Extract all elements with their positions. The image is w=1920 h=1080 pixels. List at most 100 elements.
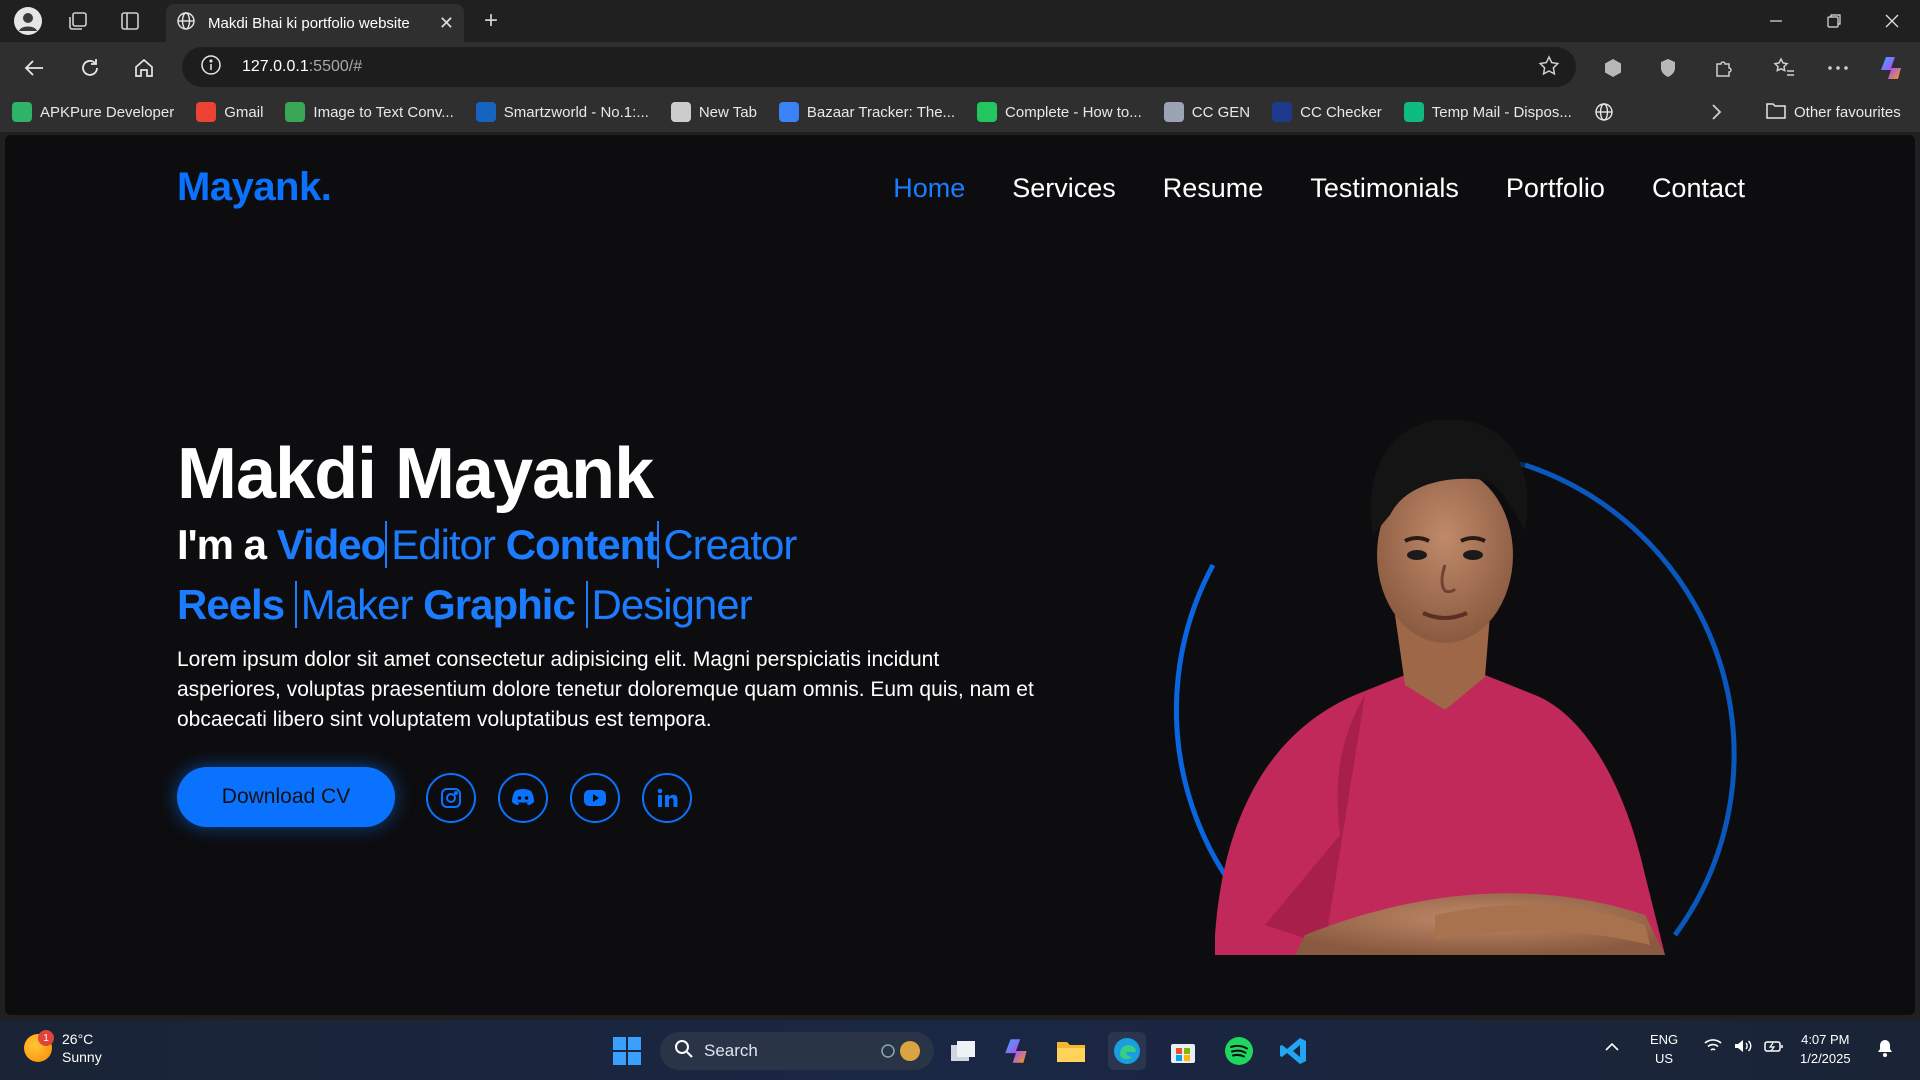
language: ENG [1650, 1032, 1679, 1047]
search-icon [674, 1039, 694, 1064]
profile-avatar-icon[interactable] [8, 1, 48, 41]
hero-name: Makdi Mayank [177, 434, 654, 514]
instagram-icon[interactable] [426, 773, 476, 823]
url-path: :5500/# [308, 58, 363, 75]
microsoft-store-icon[interactable] [1164, 1032, 1202, 1070]
favourite-star-icon[interactable] [1538, 55, 1560, 82]
search-placeholder: Search [704, 1041, 758, 1060]
favourites-list-icon[interactable] [1766, 52, 1802, 84]
bookmark-item[interactable]: Smartzworld - No.1:... [475, 102, 649, 122]
nav-contact[interactable]: Contact [1652, 173, 1745, 204]
site-info-icon[interactable] [200, 54, 222, 81]
bookmark-item[interactable]: New Tab [670, 102, 757, 122]
bookmark-label: Smartzworld - No.1:... [503, 103, 649, 121]
nav-home[interactable]: Home [893, 173, 965, 204]
bookmark-globe-icon[interactable] [1594, 102, 1614, 122]
date: 1/2/2025 [1800, 1051, 1851, 1066]
refresh-icon[interactable] [72, 52, 108, 84]
portfolio-page: Mayank. Home Services Resume Testimonial… [5, 135, 1915, 1015]
system-tray-icons[interactable] [1704, 1038, 1784, 1059]
task-view-icon[interactable] [944, 1032, 982, 1070]
role-word: Creator [657, 521, 797, 568]
minimize-icon[interactable] [1748, 0, 1804, 42]
role-word: Maker [294, 581, 413, 628]
notification-bell-icon[interactable] [1876, 1038, 1894, 1063]
bookmark-label: CC GEN [1191, 103, 1251, 121]
more-options-icon[interactable] [1820, 52, 1856, 84]
edge-browser-icon[interactable] [1108, 1032, 1146, 1070]
active-tab[interactable]: Makdi Bhai ki portfolio website ✕ [166, 4, 464, 42]
role-word: Content [505, 521, 659, 568]
bookmark-item[interactable]: Temp Mail - Dispos... [1403, 102, 1572, 122]
back-icon[interactable] [16, 52, 52, 84]
file-explorer-icon[interactable] [1052, 1032, 1090, 1070]
sun-icon: 1 [24, 1030, 54, 1062]
extensions-puzzle-icon[interactable] [1706, 52, 1742, 84]
copilot-icon[interactable] [1874, 52, 1910, 84]
new-tab-button[interactable]: + [474, 2, 508, 40]
shield-icon[interactable] [1650, 52, 1686, 84]
linkedin-icon[interactable] [642, 773, 692, 823]
url-text: 127.0.0.1:5500/# [242, 58, 362, 76]
youtube-icon[interactable] [570, 773, 620, 823]
bookmark-item[interactable]: Gmail [196, 102, 263, 122]
globe-icon [176, 11, 196, 35]
close-window-icon[interactable] [1864, 0, 1920, 42]
nav-services[interactable]: Services [1012, 173, 1116, 204]
bookmark-item[interactable]: Image to Text Conv... [285, 102, 454, 122]
show-hidden-icons[interactable] [1604, 1038, 1620, 1057]
battery-icon[interactable] [1764, 1038, 1784, 1059]
profile-portrait [1105, 315, 1765, 988]
nav-portfolio[interactable]: Portfolio [1506, 173, 1605, 204]
tab-title: Makdi Bhai ki portfolio website [208, 14, 410, 32]
close-tab-icon[interactable]: ✕ [439, 13, 454, 34]
role-word: Video [276, 521, 387, 568]
nav-testimonials[interactable]: Testimonials [1310, 173, 1459, 204]
site-nav: Home Services Resume Testimonials Portfo… [893, 173, 1745, 204]
wifi-icon[interactable] [1704, 1038, 1722, 1059]
home-icon[interactable] [126, 52, 162, 84]
restore-icon[interactable] [1806, 0, 1862, 42]
bookmark-label: Gmail [224, 103, 264, 121]
copilot-taskbar-icon[interactable] [998, 1032, 1036, 1070]
role-word: Editor [385, 521, 496, 568]
chevron-right-icon[interactable] [1706, 100, 1726, 129]
bookmark-item[interactable]: APKPure Developer [12, 102, 174, 122]
vertical-tabs-icon[interactable] [110, 1, 150, 41]
role-word: Designer [585, 581, 753, 628]
nav-resume[interactable]: Resume [1163, 173, 1264, 204]
vscode-icon[interactable] [1274, 1032, 1312, 1070]
bookmark-item[interactable]: Bazaar Tracker: The... [778, 102, 956, 122]
windows-start-icon[interactable] [608, 1032, 646, 1070]
bookmark-label: CC Checker [1300, 103, 1382, 121]
weather-widget[interactable]: 1 26°C Sunny [24, 1030, 102, 1066]
bookmarks-bar: APKPure Developer Gmail Image to Text Conv… [0, 92, 1920, 132]
other-favourites[interactable]: Other favourites [1766, 92, 1901, 132]
weather-condition: Sunny [62, 1049, 102, 1065]
ccgen-icon [1163, 102, 1184, 122]
volume-icon[interactable] [1734, 1038, 1752, 1059]
extension-cube-icon[interactable] [1595, 52, 1631, 84]
role-line-1: I'm a Video Editor Content Creator [177, 521, 797, 569]
bookmark-label: Bazaar Tracker: The... [806, 103, 956, 121]
apkpure-icon [12, 102, 32, 122]
language-indicator[interactable]: ENG US [1650, 1030, 1678, 1068]
role-word: Reels [177, 581, 285, 628]
temperature: 26°C [62, 1031, 94, 1047]
address-bar[interactable]: 127.0.0.1:5500/# [182, 47, 1576, 87]
bookmark-item[interactable]: CC GEN [1163, 102, 1251, 122]
spotify-icon[interactable] [1220, 1032, 1258, 1070]
temp-mail-icon [1403, 102, 1424, 122]
bookmark-label: APKPure Developer [40, 103, 175, 121]
workspaces-icon[interactable] [58, 1, 98, 41]
download-cv-button[interactable]: Download CV [177, 767, 395, 827]
site-logo[interactable]: Mayank. [177, 165, 332, 210]
discord-icon[interactable] [498, 773, 548, 823]
bookmark-item[interactable]: Complete - How to... [977, 102, 1142, 122]
intro-text: I'm a [177, 521, 267, 568]
bookmark-item[interactable]: CC Checker [1272, 102, 1382, 122]
other-favourites-label: Other favourites [1794, 103, 1901, 121]
bookmark-label: Complete - How to... [1005, 103, 1142, 121]
clock[interactable]: 4:07 PM 1/2/2025 [1800, 1030, 1851, 1068]
taskbar-search[interactable]: Search [660, 1032, 934, 1070]
